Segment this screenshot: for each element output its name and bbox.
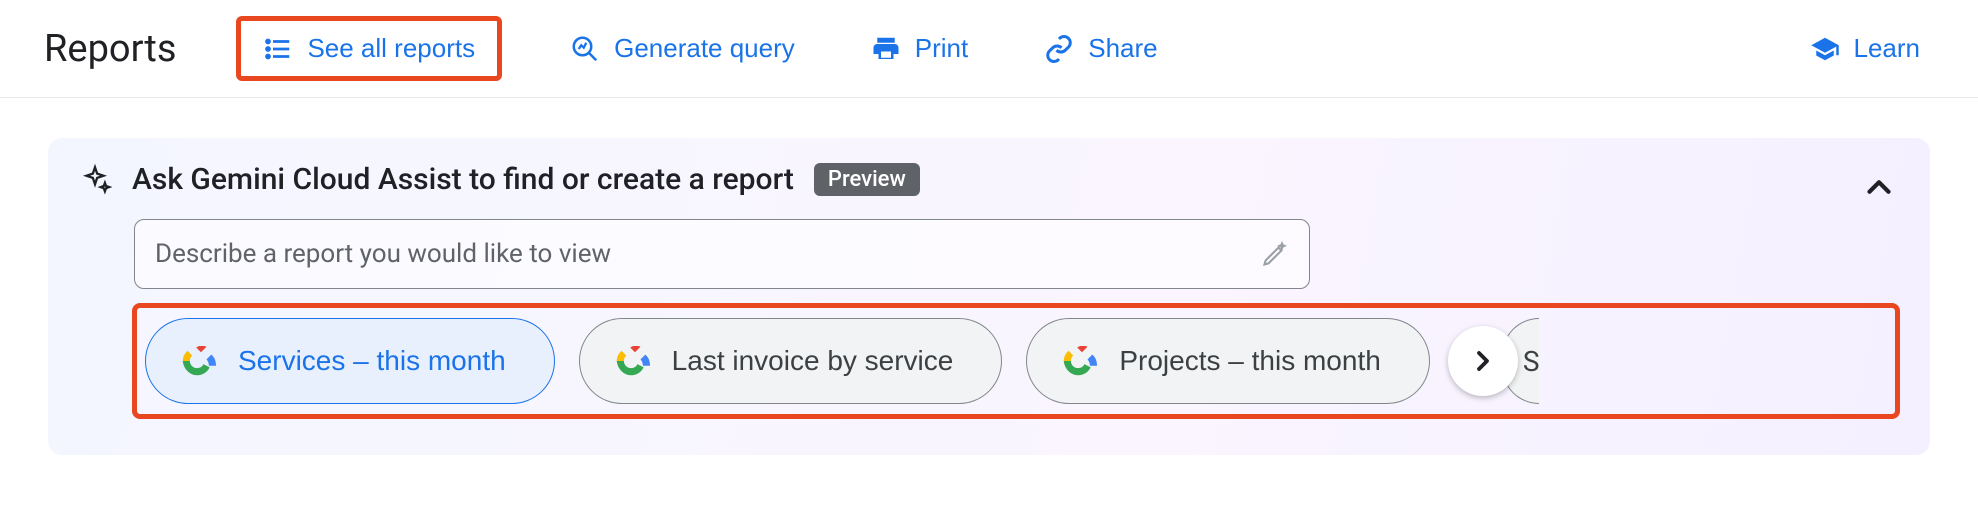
input-row	[78, 219, 1900, 289]
gemini-assist-panel: Ask Gemini Cloud Assist to find or creat…	[48, 138, 1930, 455]
share-label: Share	[1088, 33, 1157, 64]
chip-label: Last invoice by service	[672, 345, 954, 377]
chevron-up-icon	[1860, 168, 1898, 206]
google-cloud-icon	[612, 346, 650, 376]
chip-label: Services – this month	[238, 345, 506, 377]
page-title: Reports	[44, 27, 176, 71]
chevron-right-icon	[1467, 345, 1499, 377]
learn-label: Learn	[1854, 33, 1921, 64]
generate-query-button[interactable]: Generate query	[552, 23, 813, 74]
scroll-next-button[interactable]	[1448, 326, 1518, 396]
query-stats-icon	[570, 34, 600, 64]
panel-container: Ask Gemini Cloud Assist to find or creat…	[0, 98, 1978, 455]
chip-projects-this-month[interactable]: Projects – this month	[1026, 318, 1429, 404]
magic-pencil-icon	[1261, 240, 1289, 268]
list-icon	[263, 34, 293, 64]
report-description-input[interactable]	[155, 239, 1261, 269]
sparkle-icon	[78, 163, 112, 197]
generate-query-label: Generate query	[614, 33, 795, 64]
print-button[interactable]: Print	[853, 23, 986, 74]
learn-button[interactable]: Learn	[1792, 23, 1939, 74]
panel-header: Ask Gemini Cloud Assist to find or creat…	[78, 162, 1900, 197]
link-icon	[1044, 34, 1074, 64]
chip-services-this-month[interactable]: Services – this month	[145, 318, 555, 404]
collapse-button[interactable]	[1860, 168, 1898, 209]
see-all-reports-button[interactable]: See all reports	[245, 23, 493, 74]
share-button[interactable]: Share	[1026, 23, 1175, 74]
top-toolbar: Reports See all reports Generate query P…	[0, 0, 1978, 98]
chip-peek-label: S	[1523, 345, 1540, 378]
panel-title: Ask Gemini Cloud Assist to find or creat…	[132, 162, 794, 197]
preview-badge: Preview	[814, 163, 920, 196]
print-icon	[871, 34, 901, 64]
see-all-reports-label: See all reports	[307, 33, 475, 64]
highlight-see-all: See all reports	[236, 16, 502, 81]
print-label: Print	[915, 33, 968, 64]
highlight-suggestion-chips: Services – this month Last invoice by se…	[132, 303, 1900, 419]
report-input-container[interactable]	[134, 219, 1310, 289]
google-cloud-icon	[178, 346, 216, 376]
chip-last-invoice-by-service[interactable]: Last invoice by service	[579, 318, 1003, 404]
graduation-cap-icon	[1810, 34, 1840, 64]
google-cloud-icon	[1059, 346, 1097, 376]
chip-label: Projects – this month	[1119, 345, 1380, 377]
